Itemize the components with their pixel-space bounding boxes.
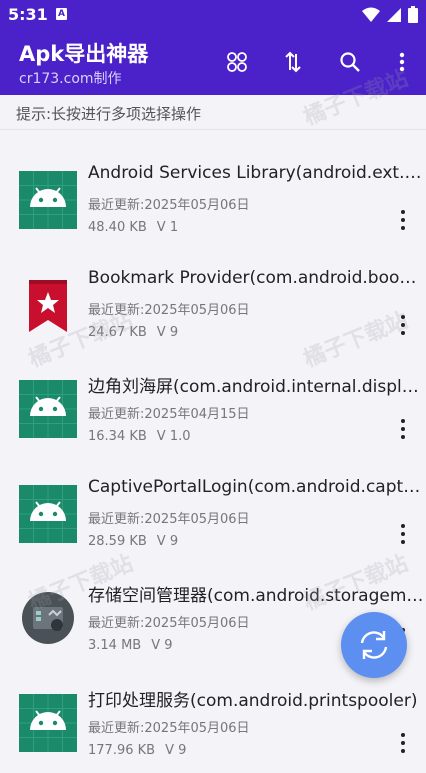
hint-bar: 提示:长按进行多项选择操作: [0, 95, 426, 130]
app-meta: 24.67 KB V 9: [88, 325, 178, 340]
app-name: CaptivePortalLogin(com.android.captivepo…: [88, 476, 424, 497]
app-date: 最近更新:2025年05月06日: [88, 198, 250, 213]
app-name: Android Services Library(android.ext.ser…: [88, 163, 424, 183]
app-size: 16.34 KB: [88, 429, 147, 445]
android-icon: [19, 693, 77, 752]
bookmark-icon: [29, 279, 67, 332]
app-subtitle: cr173.com制作: [19, 71, 122, 87]
grid-view-icon[interactable]: [225, 50, 249, 74]
app-meta: 177.96 KB V 9: [88, 743, 186, 758]
app-version: V 9: [165, 742, 187, 758]
app-name: 存储空间管理器(com.android.storagemanager): [88, 586, 424, 607]
more-options-icon[interactable]: [396, 521, 410, 547]
app-title: Apk导出神器: [19, 42, 149, 66]
app-size: 48.40 KB: [88, 220, 147, 235]
app-date: 最近更新:2025年05月06日: [88, 720, 250, 736]
app-version: V 1.0: [156, 429, 191, 445]
sort-icon[interactable]: [281, 50, 305, 74]
app-date: 最近更新:2025年05月06日: [88, 616, 250, 632]
app-list: Android Services Library(android.ext.ser…: [0, 145, 426, 773]
search-icon[interactable]: [338, 50, 362, 74]
app-date: 最近更新:2025年05月06日: [88, 511, 250, 527]
app-version: V 9: [156, 533, 179, 549]
app-version: V 9: [151, 638, 173, 654]
app-name: 边角刘海屏(com.android.internal.display.cutou…: [88, 377, 424, 398]
list-item[interactable]: Bookmark Provider(com.android.bookmarkpr…: [0, 250, 426, 355]
android-icon: [19, 484, 77, 543]
status-bar: 5:31 A: [0, 0, 426, 30]
app-size: 3.14 MB: [88, 638, 142, 654]
list-item[interactable]: 打印处理服务(com.android.printspooler) 最近更新:20…: [0, 668, 426, 773]
refresh-icon: [360, 631, 388, 659]
more-options-icon[interactable]: [396, 730, 410, 756]
list-item[interactable]: CaptivePortalLogin(com.android.captivepo…: [0, 459, 426, 564]
app-meta: 3.14 MB V 9: [88, 638, 173, 653]
app-name: Bookmark Provider(com.android.bookmarkpr…: [88, 267, 424, 288]
battery-icon: [408, 6, 418, 23]
app-meta: 16.34 KB V 1.0: [88, 429, 191, 444]
more-vert-icon[interactable]: [390, 50, 414, 74]
status-time: 5:31: [8, 5, 48, 24]
app-bar: 5:31 A Apk导出神器 cr173.com制作: [0, 0, 426, 95]
more-options-icon[interactable]: [396, 207, 410, 233]
storage-manager-icon: [22, 592, 74, 645]
more-options-icon[interactable]: [396, 312, 410, 338]
list-item[interactable]: Android Services Library(android.ext.ser…: [0, 145, 426, 250]
app-version: V 1: [156, 220, 179, 235]
app-size: 28.59 KB: [88, 533, 147, 549]
system-icons: [362, 6, 418, 23]
app-meta: 28.59 KB V 9: [88, 534, 178, 549]
app-size: 177.96 KB: [88, 742, 156, 758]
app-size: 24.67 KB: [88, 324, 147, 340]
list-item[interactable]: 边角刘海屏(com.android.internal.display.cutou…: [0, 354, 426, 459]
more-options-icon[interactable]: [396, 416, 410, 442]
notification-icon: A: [56, 8, 67, 20]
app-date: 最近更新:2025年04月15日: [88, 407, 250, 423]
app-meta: 48.40 KB V 1: [88, 220, 178, 235]
refresh-button[interactable]: [341, 612, 407, 678]
signal-icon: [387, 7, 401, 22]
app-date: 最近更新:2025年05月06日: [88, 302, 250, 318]
wifi-icon: [362, 7, 380, 22]
android-icon: [19, 380, 77, 439]
hint-text: 提示:长按进行多项选择操作: [16, 105, 202, 123]
android-icon: [19, 171, 77, 229]
app-version: V 9: [156, 324, 179, 340]
app-name: 打印处理服务(com.android.printspooler): [88, 690, 418, 711]
